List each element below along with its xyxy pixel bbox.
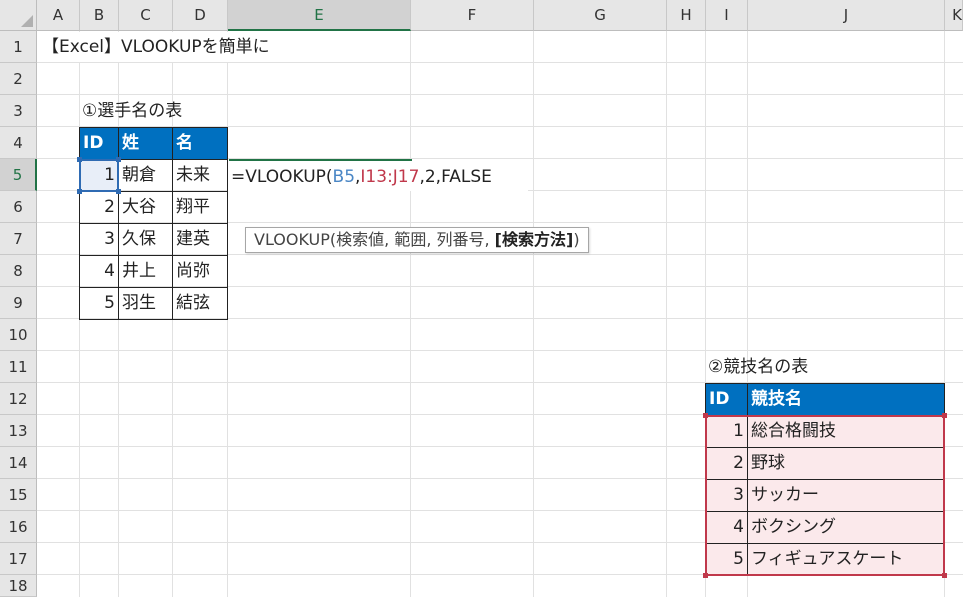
row-header-6[interactable]: 6 [0, 191, 37, 223]
row-header-8[interactable]: 8 [0, 255, 37, 287]
row-header-9[interactable]: 9 [0, 287, 37, 319]
row-header-1[interactable]: 1 [0, 31, 37, 63]
table1-cell-first-name[interactable]: 未来 [172, 159, 228, 192]
table1-caption[interactable]: ①選手名の表 [82, 95, 182, 127]
formula-ref-b5: B5 [332, 167, 356, 187]
table1-cell-last-name[interactable]: 久保 [118, 223, 173, 256]
column-header-f[interactable]: F [411, 0, 534, 31]
row-header-4[interactable]: 4 [0, 127, 37, 159]
tooltip-optional-argument[interactable]: [検索方法] [495, 230, 574, 249]
table1-cell-first-name[interactable]: 尚弥 [172, 255, 228, 288]
table1-cell-last-name[interactable]: 羽生 [118, 287, 173, 320]
referenced-range-i13-j17 [705, 415, 945, 576]
table1-cell-id[interactable]: 5 [79, 287, 119, 320]
tooltip-signature: VLOOKUP(検索値, 範囲, 列番号, [254, 230, 495, 249]
table1-cell-last-name[interactable]: 井上 [118, 255, 173, 288]
row-header-12[interactable]: 12 [0, 383, 37, 415]
gridline [666, 31, 667, 597]
row-header-3[interactable]: 3 [0, 95, 37, 127]
table1-cell-first-name[interactable]: 結弦 [172, 287, 228, 320]
table1-header-id[interactable]: ID [79, 127, 119, 160]
formula-cell-e5[interactable]: =VLOOKUP(B5,I13:J17,2,FALSE [229, 159, 492, 191]
formula-ref-i13-j17: I13:J17 [360, 167, 420, 187]
table2-header-id[interactable]: ID [705, 383, 748, 416]
row-header-18[interactable]: 18 [0, 575, 37, 597]
gridline [37, 350, 963, 351]
row-header-5[interactable]: 5 [0, 159, 37, 191]
row-header-10[interactable]: 10 [0, 319, 37, 351]
column-header-b[interactable]: B [80, 0, 119, 31]
table2-caption[interactable]: ②競技名の表 [708, 351, 808, 383]
table2-header-sport-name[interactable]: 競技名 [747, 383, 945, 416]
table1-cell-id[interactable]: 2 [79, 191, 119, 224]
tooltip-close-paren: ) [573, 230, 580, 249]
row-header-2[interactable]: 2 [0, 63, 37, 95]
select-all-corner[interactable] [0, 0, 37, 31]
selection-handle[interactable] [116, 157, 121, 162]
column-header-k[interactable]: K [945, 0, 963, 31]
selection-handle[interactable] [77, 189, 82, 194]
row-header-14[interactable]: 14 [0, 447, 37, 479]
table1-cell-first-name[interactable]: 翔平 [172, 191, 228, 224]
table1-cell-last-name[interactable]: 朝倉 [118, 159, 173, 192]
column-header-g[interactable]: G [534, 0, 667, 31]
row-header-15[interactable]: 15 [0, 479, 37, 511]
column-header-h[interactable]: H [667, 0, 706, 31]
range-handle[interactable] [703, 573, 708, 578]
column-header-e[interactable]: E [228, 0, 411, 31]
gridline [410, 31, 411, 597]
range-handle[interactable] [942, 413, 947, 418]
table1-cell-first-name[interactable]: 建英 [172, 223, 228, 256]
gridline [533, 31, 534, 597]
selection-handle[interactable] [77, 157, 82, 162]
table1-cell-id[interactable]: 4 [79, 255, 119, 288]
column-header-a[interactable]: A [37, 0, 80, 31]
referenced-cell-b5-value[interactable]: 1 [79, 159, 119, 192]
column-header-i[interactable]: I [706, 0, 748, 31]
row-header-11[interactable]: 11 [0, 351, 37, 383]
spreadsheet-grid[interactable]: A B C D E F G H I J K 1 2 3 4 5 6 7 8 9 … [0, 0, 963, 597]
range-handle[interactable] [703, 413, 708, 418]
row-header-13[interactable]: 13 [0, 415, 37, 447]
table1-header-first-name[interactable]: 名 [172, 127, 228, 160]
range-handle[interactable] [942, 573, 947, 578]
formula-prefix: =VLOOKUP( [231, 167, 333, 187]
selection-handle[interactable] [116, 189, 121, 194]
table1-cell-last-name[interactable]: 大谷 [118, 191, 173, 224]
column-header-d[interactable]: D [173, 0, 228, 31]
column-header-c[interactable]: C [119, 0, 173, 31]
column-header-j[interactable]: J [748, 0, 945, 31]
row-header-17[interactable]: 17 [0, 543, 37, 575]
table1-cell-id[interactable]: 3 [79, 223, 119, 256]
row-header-16[interactable]: 16 [0, 511, 37, 543]
function-argument-tooltip[interactable]: VLOOKUP(検索値, 範囲, 列番号, [検索方法]) [245, 227, 589, 253]
table1-header-last-name[interactable]: 姓 [118, 127, 173, 160]
sheet-title[interactable]: 【Excel】VLOOKUPを簡単に [42, 31, 270, 63]
row-header-7[interactable]: 7 [0, 223, 37, 255]
formula-rest: ,2,FALSE [419, 167, 492, 187]
